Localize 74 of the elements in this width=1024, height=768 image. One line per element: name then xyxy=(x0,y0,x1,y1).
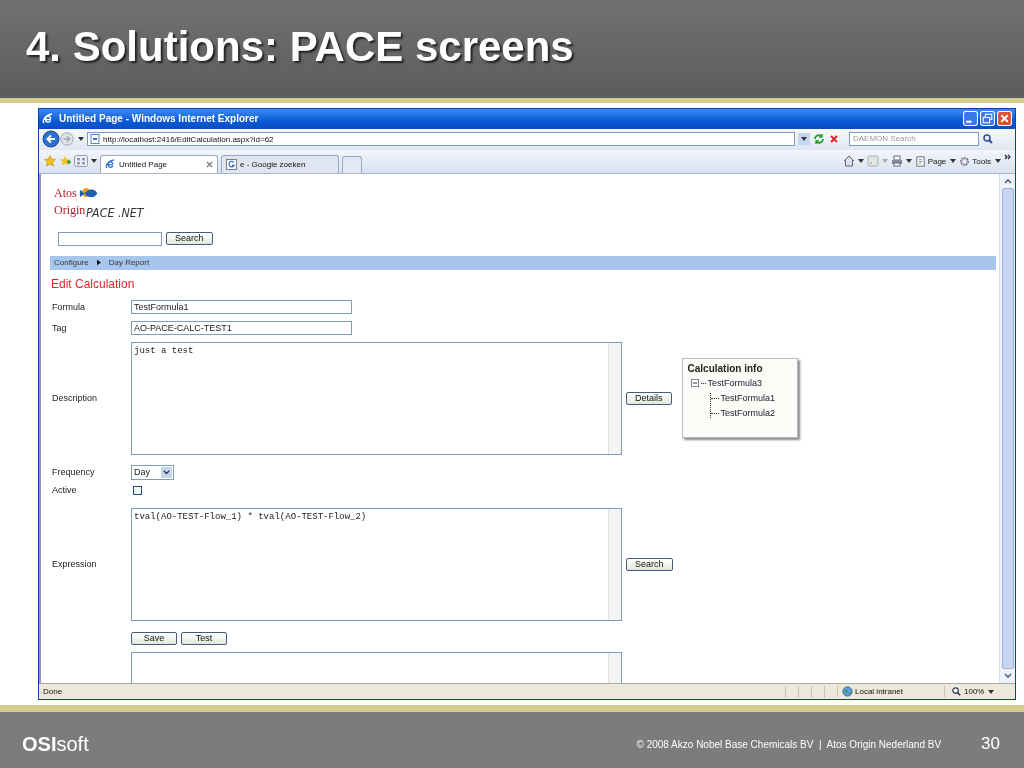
zoom-icon xyxy=(951,686,962,697)
window-title: Untitled Page - Windows Internet Explorer xyxy=(59,113,259,125)
caret-icon xyxy=(995,159,1001,164)
search-icon[interactable] xyxy=(982,133,994,146)
browser-tab[interactable]: e - Google zoeken xyxy=(221,154,339,173)
collapse-icon[interactable] xyxy=(690,379,699,388)
caret-icon[interactable] xyxy=(905,159,912,164)
breadcrumb-link[interactable]: Day Report xyxy=(108,258,150,268)
tree-item[interactable]: TestFormula3 xyxy=(707,378,763,389)
action-button[interactable]: Test xyxy=(181,631,227,645)
favicon-icon xyxy=(226,158,237,170)
page-number: 30 xyxy=(981,734,1000,754)
side-button[interactable]: Search xyxy=(626,557,673,571)
toolbar-menu[interactable]: Tools xyxy=(959,155,1001,167)
breadcrumb-arrow-icon xyxy=(96,259,101,267)
page-heading: Edit Calculation xyxy=(51,276,136,291)
company-name: Atos xyxy=(54,185,77,201)
side-button[interactable]: Details xyxy=(626,391,672,405)
field-label: Tag xyxy=(51,323,68,334)
security-zone: Local intranet xyxy=(855,687,904,696)
company-logo: OSIsoft xyxy=(22,732,89,756)
text-field[interactable]: AO-PACE-CALC-TEST1 xyxy=(131,321,352,336)
slide-title: 4. Solutions: PACE screens xyxy=(26,23,574,71)
home-icon[interactable] xyxy=(842,155,855,168)
frequency-dropdown[interactable]: Day xyxy=(131,464,174,480)
browser-logo-icon xyxy=(42,112,54,125)
printer-icon[interactable] xyxy=(890,155,903,168)
chevron-icon[interactable] xyxy=(1004,154,1012,161)
add-favorite-icon[interactable] xyxy=(59,155,71,168)
star-icon[interactable] xyxy=(44,155,56,168)
scrollbar[interactable] xyxy=(608,508,621,620)
browser-logo-icon xyxy=(105,158,116,170)
field-label: Description xyxy=(51,393,99,404)
copyright-text: © 2008 Akzo Nobel Base Chemicals BV | Atos Origin Nederland BV xyxy=(636,738,942,750)
caret-icon[interactable] xyxy=(78,137,84,142)
field-label: Formula xyxy=(51,302,86,313)
search-field[interactable] xyxy=(58,231,162,246)
zoom-control[interactable]: 100% xyxy=(944,686,1011,697)
field-label: Frequency xyxy=(51,467,96,478)
fish-icon xyxy=(78,186,99,200)
caret-icon xyxy=(950,159,957,164)
dropdown-arrow-icon xyxy=(161,466,172,478)
caret-icon[interactable] xyxy=(857,159,864,164)
text-field[interactable]: TestFormula1 xyxy=(131,300,352,315)
page-icon xyxy=(914,155,926,167)
text-area[interactable]: just a test xyxy=(131,341,622,455)
page-icon xyxy=(90,134,100,145)
tree-item[interactable]: TestFormula1 xyxy=(720,393,776,404)
tree-item[interactable]: TestFormula2 xyxy=(720,408,776,419)
status-text: Done xyxy=(43,687,63,696)
field-label: Active xyxy=(51,485,78,496)
gear-icon xyxy=(959,155,971,167)
company-name: Origin xyxy=(54,202,86,218)
back-icon[interactable] xyxy=(42,130,60,149)
text-area[interactable]: tval(AO-TEST-Flow_1) * tval(AO-TEST-Flow_2) xyxy=(131,507,622,621)
minimize-icon[interactable] xyxy=(963,111,978,127)
product-name: PACE .NET xyxy=(86,204,144,220)
caret-icon xyxy=(988,689,995,694)
scrollbar[interactable] xyxy=(608,342,621,454)
toolbar-menu[interactable]: Page xyxy=(914,155,957,167)
dropdown-icon[interactable] xyxy=(798,133,810,146)
checkbox[interactable] xyxy=(133,485,142,495)
address-field[interactable]: http://localhost:2416/EditCalculation.aspx?id=62 xyxy=(87,132,795,147)
action-button[interactable]: Save xyxy=(131,631,177,645)
breadcrumb-link[interactable]: Configure xyxy=(54,258,89,268)
caret-icon[interactable] xyxy=(91,159,97,164)
close-icon[interactable] xyxy=(206,160,213,168)
globe-icon xyxy=(842,686,853,697)
field-label: Expression xyxy=(51,559,98,570)
panel-title: Calculation info xyxy=(687,363,763,375)
maximize-icon[interactable] xyxy=(980,111,995,127)
scrollbar[interactable] xyxy=(608,652,621,684)
search-button[interactable]: Search xyxy=(166,232,213,246)
browser-tab[interactable]: Untitled Page xyxy=(100,154,218,173)
